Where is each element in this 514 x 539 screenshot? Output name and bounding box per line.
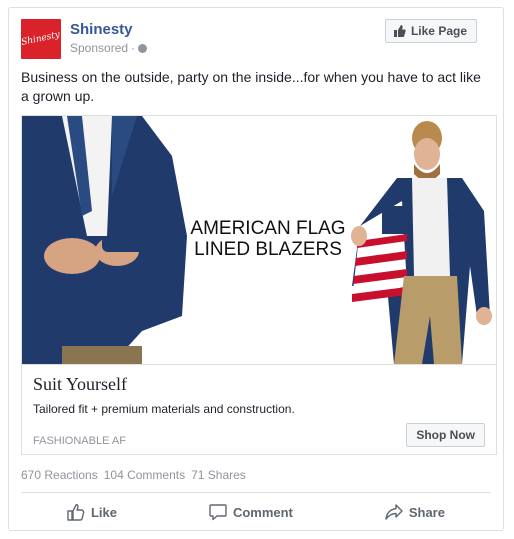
ad-link-card[interactable]: AMERICAN FLAG LINED BLAZERS Suit Yoursel… bbox=[21, 115, 497, 455]
like-button[interactable]: Like bbox=[67, 500, 117, 524]
separator: · bbox=[131, 41, 136, 55]
comments-count[interactable]: 104 Comments bbox=[104, 468, 185, 482]
sponsored-post-card: Shinesty Shinesty Sponsored · Like Page … bbox=[8, 7, 504, 531]
ad-domain: FASHIONABLE AF bbox=[33, 435, 126, 447]
comment-label: Comment bbox=[232, 504, 293, 520]
share-button[interactable]: Share bbox=[385, 500, 445, 524]
thumbs-up-icon bbox=[67, 504, 85, 521]
comment-icon bbox=[209, 504, 227, 521]
engagement-stats: 670 Reactions 104 Comments 71 Shares bbox=[21, 468, 246, 482]
share-arrow-icon bbox=[385, 504, 403, 520]
ad-title[interactable]: Suit Yourself bbox=[33, 374, 127, 395]
ad-image[interactable]: AMERICAN FLAG LINED BLAZERS bbox=[22, 116, 496, 364]
ad-image-illustration: AMERICAN FLAG LINED BLAZERS bbox=[22, 116, 492, 364]
page-name-link[interactable]: Shinesty bbox=[70, 21, 133, 38]
comment-button[interactable]: Comment bbox=[209, 500, 293, 524]
ad-divider bbox=[22, 364, 496, 365]
post-actions: Like Comment Share bbox=[21, 500, 491, 524]
page-avatar[interactable]: Shinesty bbox=[21, 19, 61, 59]
thumbs-up-icon bbox=[393, 25, 406, 37]
ad-image-headline-1: AMERICAN FLAG bbox=[190, 218, 345, 239]
shop-now-button[interactable]: Shop Now bbox=[406, 423, 485, 447]
sponsored-text: Sponsored bbox=[70, 41, 129, 55]
ad-description: Tailored fit + premium materials and con… bbox=[33, 402, 295, 416]
sponsored-label[interactable]: Sponsored · bbox=[70, 41, 148, 55]
logo-text: Shinesty bbox=[20, 30, 62, 48]
like-page-label: Like Page bbox=[410, 24, 467, 38]
globe-icon bbox=[138, 43, 148, 53]
post-text: Business on the outside, party on the in… bbox=[21, 69, 481, 104]
like-label: Like bbox=[90, 504, 117, 520]
reactions-count[interactable]: 670 Reactions bbox=[21, 468, 98, 482]
like-page-button[interactable]: Like Page bbox=[384, 19, 477, 43]
ad-image-headline-2: LINED BLAZERS bbox=[194, 239, 342, 260]
share-label: Share bbox=[408, 504, 445, 520]
shares-count[interactable]: 71 Shares bbox=[191, 468, 246, 482]
actions-divider bbox=[21, 492, 491, 493]
